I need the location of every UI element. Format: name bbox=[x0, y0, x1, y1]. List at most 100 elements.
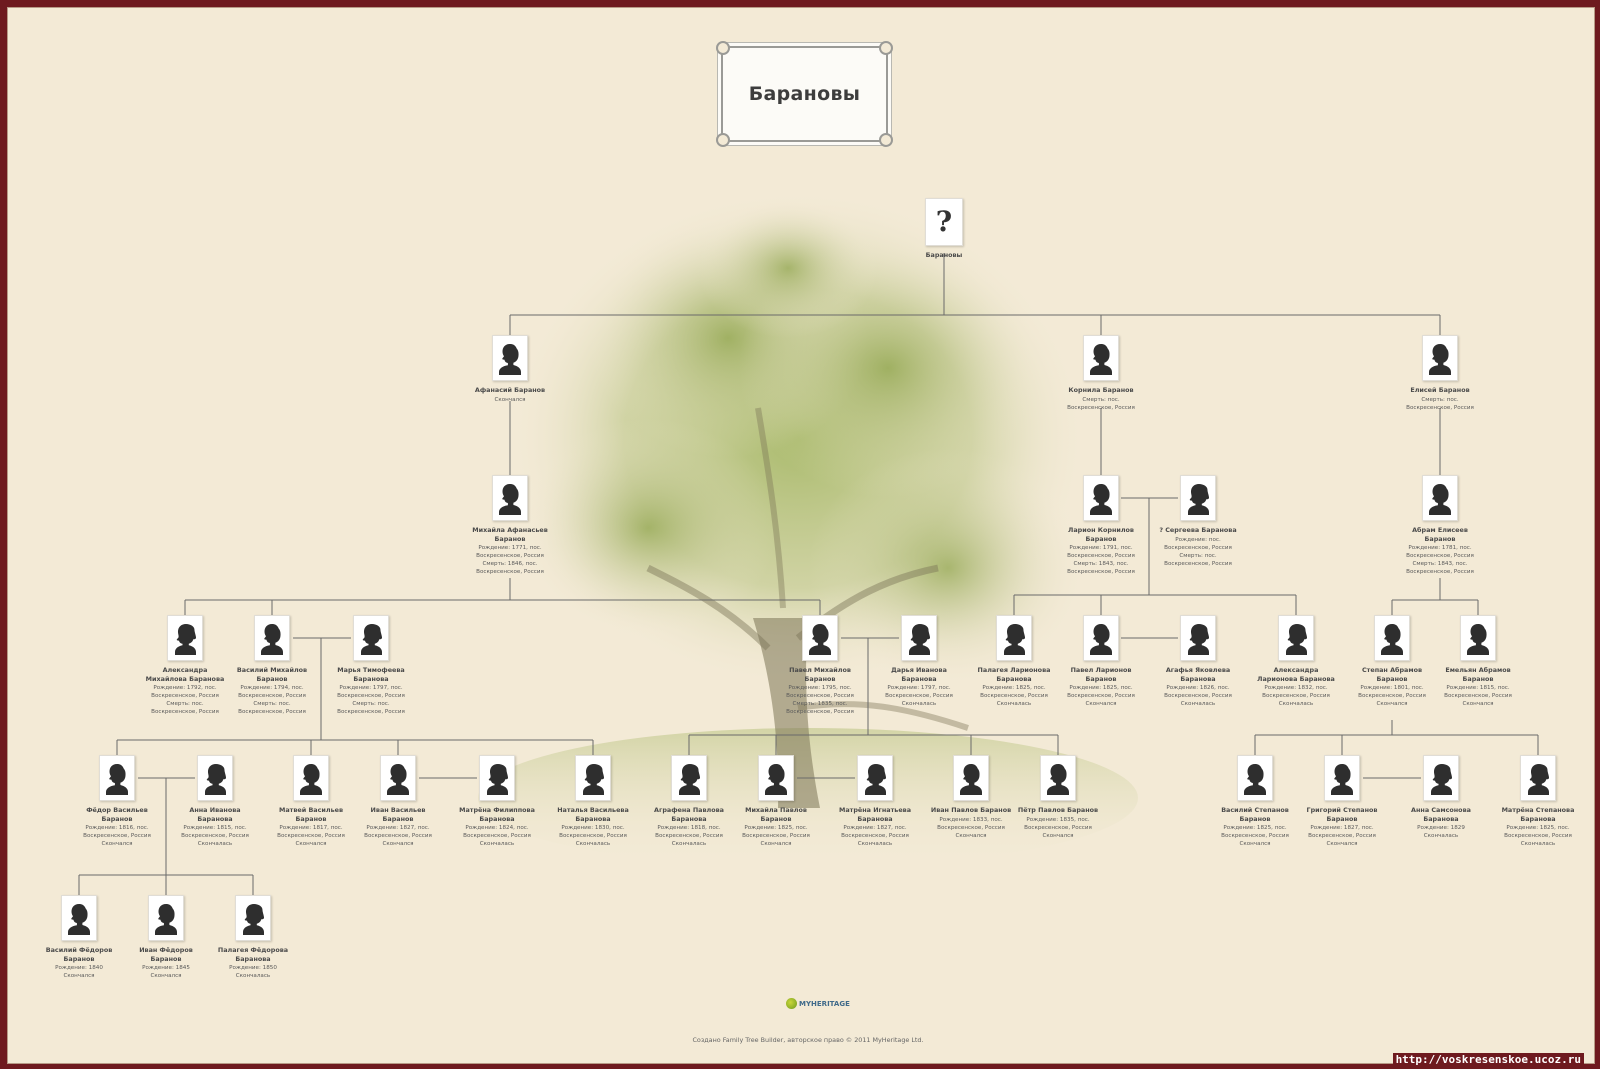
female-silhouette-icon bbox=[996, 615, 1032, 661]
person-card[interactable]: Наталья Васильева Баранова Рождение: 1830… bbox=[538, 755, 648, 848]
person-name: Палагея Фёдорова Баранова bbox=[217, 946, 289, 963]
person-card[interactable]: Матрёна Игнатьева Баранова Рождение: 1827… bbox=[820, 755, 930, 848]
male-silhouette-icon bbox=[1083, 475, 1119, 521]
male-silhouette-icon bbox=[148, 895, 184, 941]
person-name: Афанасий Баранов bbox=[474, 386, 546, 394]
person-name: Ларион Корнилов Баранов bbox=[1068, 526, 1134, 543]
person-card[interactable]: Агафья Яковлева Баранова Рождение: 1826, … bbox=[1143, 615, 1253, 708]
person-card[interactable]: Корнила Баранов Смерть: пос. Воскресенско… bbox=[1046, 335, 1156, 412]
person-details: Смерть: пос. Воскресенское, Россия bbox=[1406, 396, 1474, 411]
female-silhouette-icon bbox=[353, 615, 389, 661]
male-silhouette-icon bbox=[1460, 615, 1496, 661]
male-silhouette-icon bbox=[1083, 615, 1119, 661]
person-card[interactable]: Матрёна Филиппова Баранова Рождение: 1824… bbox=[442, 755, 552, 848]
male-silhouette-icon bbox=[758, 755, 794, 801]
person-details: Рождение: 1824, пос. Воскресенское, Росс… bbox=[463, 825, 531, 847]
person-card[interactable]: Павел Михайлов Баранов Рождение: 1795, по… bbox=[765, 615, 875, 716]
male-silhouette-icon bbox=[61, 895, 97, 941]
leaf-icon bbox=[786, 998, 797, 1009]
female-silhouette-icon bbox=[575, 755, 611, 801]
person-card[interactable]: Михайла Павлов Баранов Рождение: 1825, по… bbox=[721, 755, 831, 848]
person-details: Рождение: 1795, пос. Воскресенское, Росс… bbox=[786, 685, 854, 715]
male-silhouette-icon bbox=[1083, 335, 1119, 381]
person-name: Пётр Павлов Баранов bbox=[1017, 806, 1099, 814]
male-silhouette-icon bbox=[1324, 755, 1360, 801]
person-name: Абрам Елисеев Баранов bbox=[1412, 526, 1468, 543]
person-details: Рождение: 1815, пос. Воскресенское, Росс… bbox=[181, 825, 249, 847]
person-card[interactable]: Иван Васильев Баранов Рождение: 1827, пос… bbox=[343, 755, 453, 848]
person-details: Рождение: 1832, пос. Воскресенское, Росс… bbox=[1262, 685, 1330, 707]
person-card[interactable]: Григорий Степанов Баранов Рождение: 1827,… bbox=[1287, 755, 1397, 848]
person-name: Матрёна Игнатьева Баранова bbox=[838, 806, 912, 823]
person-details: Рождение: 1816, пос. Воскресенское, Росс… bbox=[83, 825, 151, 847]
watermark-url[interactable]: http://voskresenskoe.ucoz.ru bbox=[1392, 1053, 1584, 1066]
person-name: Василий Михайлов Баранов bbox=[236, 666, 308, 683]
person-card[interactable]: Александра Ларионова Баранова Рождение: 1… bbox=[1241, 615, 1351, 708]
person-name: Александра Ларионова Баранова bbox=[1257, 666, 1335, 683]
male-silhouette-icon bbox=[492, 475, 528, 521]
male-silhouette-icon bbox=[953, 755, 989, 801]
person-card[interactable]: Анна Иванова Баранова Рождение: 1815, пос… bbox=[160, 755, 270, 848]
male-silhouette-icon bbox=[1374, 615, 1410, 661]
person-card[interactable]: Емельян Абрамов Баранов Рождение: 1815, п… bbox=[1423, 615, 1533, 708]
female-silhouette-icon bbox=[1180, 475, 1216, 521]
person-details: Рождение: 1794, пос. Воскресенское, Росс… bbox=[238, 685, 306, 715]
female-silhouette-icon bbox=[235, 895, 271, 941]
female-silhouette-icon bbox=[167, 615, 203, 661]
person-details: Смерть: пос. Воскресенское, Россия bbox=[1067, 396, 1135, 411]
person-details: Рождение: 1827, пос. Воскресенское, Росс… bbox=[841, 825, 909, 847]
person-card[interactable]: Анна Самсонова Баранова Рождение: 1829 Ск… bbox=[1386, 755, 1496, 840]
person-card[interactable]: Елисей Баранов Смерть: пос. Воскресенское… bbox=[1385, 335, 1495, 412]
person-card[interactable]: Дарья Иванова Баранова Рождение: 1797, по… bbox=[864, 615, 974, 708]
person-card[interactable]: Ларион Корнилов Баранов Рождение: 1791, п… bbox=[1046, 475, 1156, 576]
male-silhouette-icon bbox=[1237, 755, 1273, 801]
female-silhouette-icon bbox=[1278, 615, 1314, 661]
person-card[interactable]: Афанасий Баранов Скончался bbox=[455, 335, 565, 404]
person-details: Рождение: 1771, пос. Воскресенское, Росс… bbox=[476, 545, 544, 575]
person-card[interactable]: Матрёна Степанова Баранова Рождение: 1825… bbox=[1483, 755, 1593, 848]
person-details: Рождение: 1829 Скончалась bbox=[1417, 825, 1465, 839]
female-silhouette-icon bbox=[857, 755, 893, 801]
person-card[interactable]: Михайла Афанасьев Баранов Рождение: 1771,… bbox=[455, 475, 565, 576]
female-silhouette-icon bbox=[197, 755, 233, 801]
unknown-person-icon: ? bbox=[925, 198, 963, 246]
person-name: Павел Ларионов Баранов bbox=[1070, 666, 1132, 683]
person-name: ? Сергеева Баранова bbox=[1159, 526, 1237, 534]
person-name: Наталья Васильева Баранова bbox=[557, 806, 629, 823]
person-details: Рождение: 1791, пос. Воскресенское, Росс… bbox=[1067, 545, 1135, 575]
person-name: Дарья Иванова Баранова bbox=[891, 666, 947, 683]
male-silhouette-icon bbox=[1040, 755, 1076, 801]
person-name: Анна Самсонова Баранова bbox=[1411, 806, 1471, 823]
person-card[interactable]: ? Барановы bbox=[889, 198, 999, 260]
female-silhouette-icon bbox=[1423, 755, 1459, 801]
male-silhouette-icon bbox=[1422, 475, 1458, 521]
person-details: Рождение: пос. Воскресенское, Россия Сме… bbox=[1164, 536, 1232, 567]
person-card[interactable]: Марья Тимофеева Баранова Рождение: 1797, … bbox=[316, 615, 426, 716]
person-details: Рождение: 1815, пос. Воскресенское, Росс… bbox=[1444, 685, 1512, 707]
tree-canvas: Барановы ? Барановы Афанасий Баранов Сконча… bbox=[7, 7, 1595, 1064]
person-details: Рождение: 1825, пос. Воскресенское, Росс… bbox=[742, 825, 810, 847]
person-card[interactable]: Абрам Елисеев Баранов Рождение: 1781, пос… bbox=[1385, 475, 1495, 576]
person-card[interactable]: Палагея Фёдорова Баранова Рождение: 1850 … bbox=[198, 895, 308, 980]
title-card: Барановы bbox=[716, 41, 893, 147]
person-card[interactable]: Пётр Павлов Баранов Рождение: 1835, пос. … bbox=[1003, 755, 1113, 840]
person-name: Корнила Баранов bbox=[1068, 386, 1134, 394]
person-card[interactable]: Василий Михайлов Баранов Рождение: 1794, … bbox=[217, 615, 327, 716]
person-details: Рождение: 1797, пос. Воскресенское, Росс… bbox=[337, 685, 405, 715]
person-name: Иван Васильев Баранов bbox=[370, 806, 426, 823]
person-card[interactable]: Павел Ларионов Баранов Рождение: 1825, по… bbox=[1046, 615, 1156, 708]
person-details: Рождение: 1827, пос. Воскресенское, Росс… bbox=[364, 825, 432, 847]
footer-credit: Создано Family Tree Builder, авторское п… bbox=[692, 1036, 924, 1044]
person-name: Марья Тимофеева Баранова bbox=[337, 666, 405, 683]
person-name: Матрёна Степанова Баранова bbox=[1501, 806, 1575, 823]
female-silhouette-icon bbox=[671, 755, 707, 801]
person-card[interactable]: ? Сергеева Баранова Рождение: пос. Воскре… bbox=[1143, 475, 1253, 568]
person-name: Фёдор Васильев Баранов bbox=[86, 806, 148, 823]
female-silhouette-icon bbox=[1180, 615, 1216, 661]
person-card[interactable]: Фёдор Васильев Баранов Рождение: 1816, по… bbox=[62, 755, 172, 848]
person-name: Барановы bbox=[925, 251, 963, 259]
male-silhouette-icon bbox=[380, 755, 416, 801]
person-details: Рождение: 1781, пос. Воскресенское, Росс… bbox=[1406, 545, 1474, 575]
person-name: Павел Михайлов Баранов bbox=[789, 666, 851, 683]
person-details: Рождение: 1797, пос. Воскресенское, Росс… bbox=[885, 685, 953, 707]
